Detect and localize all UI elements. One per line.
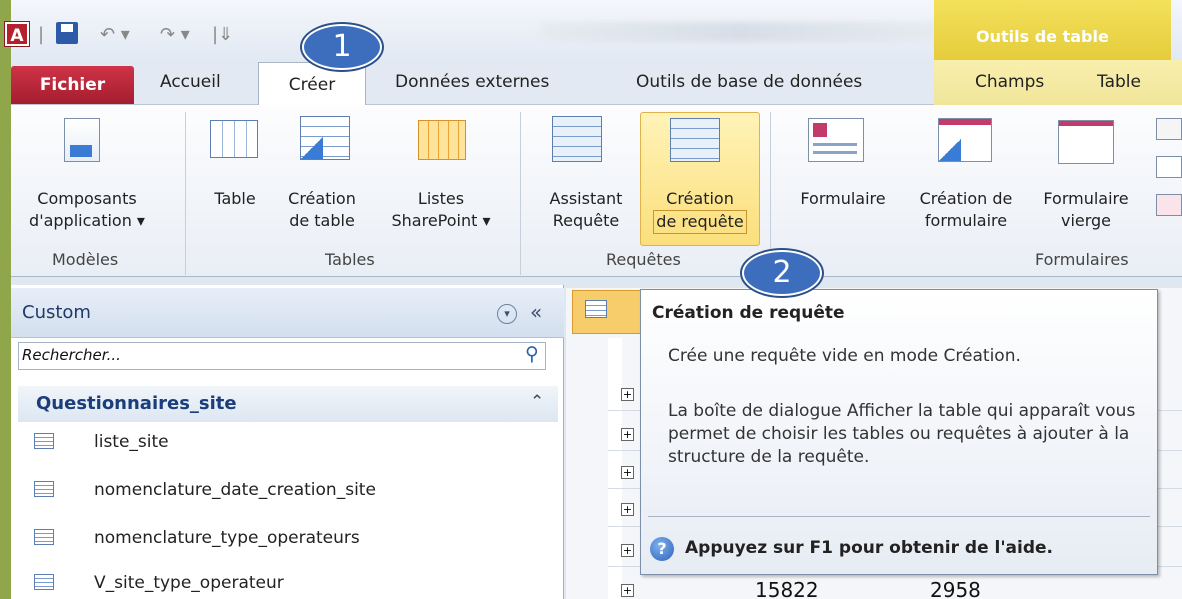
nav-item-nomenclature-type[interactable]: nomenclature_type_operateurs: [30, 521, 550, 555]
nav-item-v-site[interactable]: V_site_type_operateur: [30, 566, 550, 599]
ribbon-separator: [185, 112, 186, 275]
cell-value[interactable]: 2958: [930, 578, 981, 599]
context-tabs-background: [934, 60, 1182, 105]
expand-icon[interactable]: +: [621, 388, 634, 401]
tooltip-description: Crée une requête vide en mode Création.: [668, 346, 1021, 366]
tab-champs[interactable]: Champs: [975, 60, 1044, 105]
table-button[interactable]: Table: [208, 188, 262, 210]
tab-fichier[interactable]: Fichier: [11, 66, 134, 104]
query-design-icon: [670, 118, 720, 162]
tooltip-divider: [648, 516, 1150, 517]
composants-application-button[interactable]: Composants d'application ▾: [22, 188, 152, 232]
assistant-requete-button[interactable]: Assistant Requête: [537, 188, 635, 232]
tab-donnees-externes[interactable]: Données externes: [395, 60, 549, 105]
cell-value[interactable]: 15822: [755, 578, 819, 599]
record-selector-column: [608, 338, 622, 599]
navigation-pane-title[interactable]: Custom: [22, 302, 91, 323]
left-accent-strip: [0, 0, 11, 599]
search-placeholder[interactable]: Rechercher...: [22, 346, 422, 364]
creation-table-button[interactable]: Création de table: [277, 188, 367, 232]
expand-icon[interactable]: +: [621, 428, 634, 441]
expand-icon[interactable]: +: [621, 466, 634, 479]
collapse-pane-icon[interactable]: «: [530, 300, 542, 324]
group-label-tables: Tables: [325, 250, 375, 269]
expand-icon[interactable]: +: [621, 503, 634, 516]
blank-form-icon: [1058, 120, 1114, 164]
formulaire-button[interactable]: Formulaire: [784, 188, 902, 210]
separator-icon: |: [38, 24, 45, 45]
collapse-group-icon[interactable]: ⌃: [530, 392, 544, 412]
help-icon: ?: [650, 537, 674, 561]
tab-outils-base-donnees[interactable]: Outils de base de données: [636, 60, 862, 105]
datasheet-tab[interactable]: [572, 290, 642, 334]
expand-icon[interactable]: +: [621, 584, 634, 597]
access-app-icon[interactable]: A: [5, 22, 29, 46]
group-label-requetes: Requêtes: [606, 250, 681, 269]
datasheet-table-icon: [585, 300, 607, 318]
group-label-formulaires: Formulaires: [1035, 250, 1129, 269]
nav-item-liste-site[interactable]: liste_site: [30, 425, 550, 459]
context-tab-title: Outils de table: [976, 27, 1109, 46]
more-forms-icon: [1156, 118, 1182, 218]
redo-icon[interactable]: ↷ ▾: [160, 24, 190, 45]
application-parts-icon: [64, 118, 100, 162]
tooltip-body: La boîte de dialogue Afficher la table q…: [668, 401, 1136, 467]
query-wizard-icon: [552, 116, 602, 162]
search-icon[interactable]: ⚲: [525, 343, 539, 365]
window-title-blurred: [540, 22, 940, 42]
tab-table[interactable]: Table: [1097, 60, 1141, 105]
table-design-icon: [300, 116, 350, 160]
form-icon: [808, 118, 864, 162]
creation-requete-button[interactable]: Création de requête: [642, 188, 758, 234]
listes-sharepoint-button[interactable]: Listes SharePoint ▾: [381, 188, 501, 232]
callout-1: 1: [302, 24, 382, 70]
tooltip-title: Création de requête: [652, 303, 845, 323]
creation-formulaire-button[interactable]: Création de formulaire: [900, 188, 1032, 232]
tab-accueil[interactable]: Accueil: [160, 60, 221, 105]
chevron-down-icon[interactable]: ▾: [497, 304, 517, 324]
nav-item-nomenclature-date[interactable]: nomenclature_date_creation_site: [30, 473, 550, 507]
save-icon[interactable]: [56, 22, 78, 44]
access-window: A | ↶ ▾ ↷ ▾ |⇓ Outils de table Fichier A…: [0, 0, 1182, 599]
customize-quick-access-icon[interactable]: |⇓: [212, 24, 233, 45]
nav-group-title[interactable]: Questionnaires_site: [36, 393, 237, 414]
expand-icon[interactable]: +: [621, 544, 634, 557]
undo-icon[interactable]: ↶ ▾: [100, 24, 130, 45]
table-icon: [210, 120, 258, 158]
tooltip-help-text: Appuyez sur F1 pour obtenir de l'aide.: [685, 538, 1053, 558]
group-label-modeles: Modèles: [52, 250, 119, 269]
formulaire-vierge-button[interactable]: Formulaire vierge: [1030, 188, 1142, 232]
ribbon-separator: [520, 112, 521, 275]
navigation-pane-header[interactable]: [11, 288, 564, 338]
callout-2: 2: [742, 250, 822, 296]
sharepoint-lists-icon: [418, 120, 466, 160]
form-design-icon: [938, 118, 992, 162]
